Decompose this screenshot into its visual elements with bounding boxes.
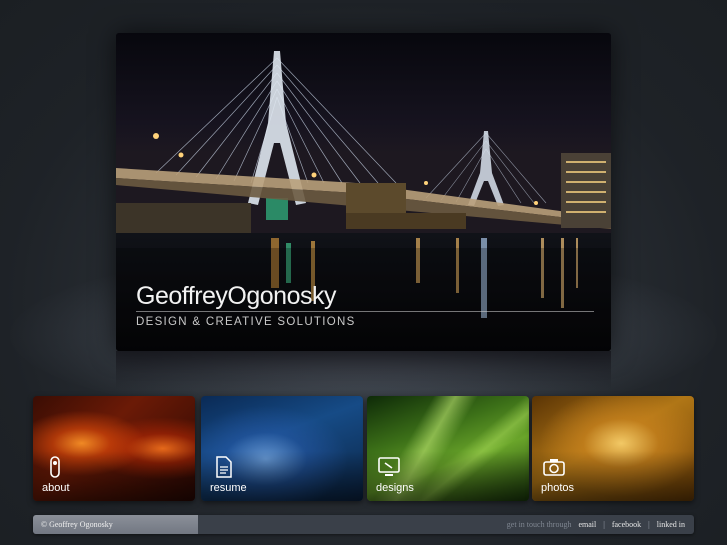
- nav-tile-label: about: [42, 482, 70, 494]
- person-icon: [50, 456, 60, 478]
- hero-reflection: [116, 351, 611, 389]
- hero-banner: GeoffreyOgonosky DESIGN & CREATIVE SOLUT…: [116, 33, 611, 351]
- email-link[interactable]: email: [578, 520, 596, 529]
- nav-tile-label: photos: [541, 482, 575, 494]
- nav-tile-designs[interactable]: designs: [367, 396, 529, 501]
- linkedin-link[interactable]: linked in: [657, 520, 685, 529]
- brand-divider: [136, 311, 594, 312]
- nav-tile-about[interactable]: about: [33, 396, 195, 501]
- nav-tile-label: designs: [376, 482, 414, 494]
- contact-prompt: get in touch through: [506, 520, 572, 529]
- brand-tagline: DESIGN & CREATIVE SOLUTIONS: [136, 316, 356, 328]
- camera-icon: [543, 459, 565, 476]
- footer-contact: get in touch through email | facebook | …: [507, 520, 685, 529]
- footer-bar: © Geoffrey Ogonosky get in touch through…: [33, 515, 694, 534]
- brand-name: GeoffreyOgonosky: [136, 282, 336, 310]
- link-separator: |: [648, 520, 650, 529]
- nav-tile-label: resume: [210, 482, 247, 494]
- footer-copyright-panel: © Geoffrey Ogonosky: [33, 515, 198, 534]
- monitor-icon: [378, 457, 400, 476]
- nav-tile-resume[interactable]: resume: [201, 396, 363, 501]
- facebook-link[interactable]: facebook: [612, 520, 641, 529]
- link-separator: |: [603, 520, 605, 529]
- copyright-text: © Geoffrey Ogonosky: [41, 520, 113, 529]
- nav-tile-photos[interactable]: photos: [532, 396, 694, 501]
- document-icon: [216, 456, 232, 478]
